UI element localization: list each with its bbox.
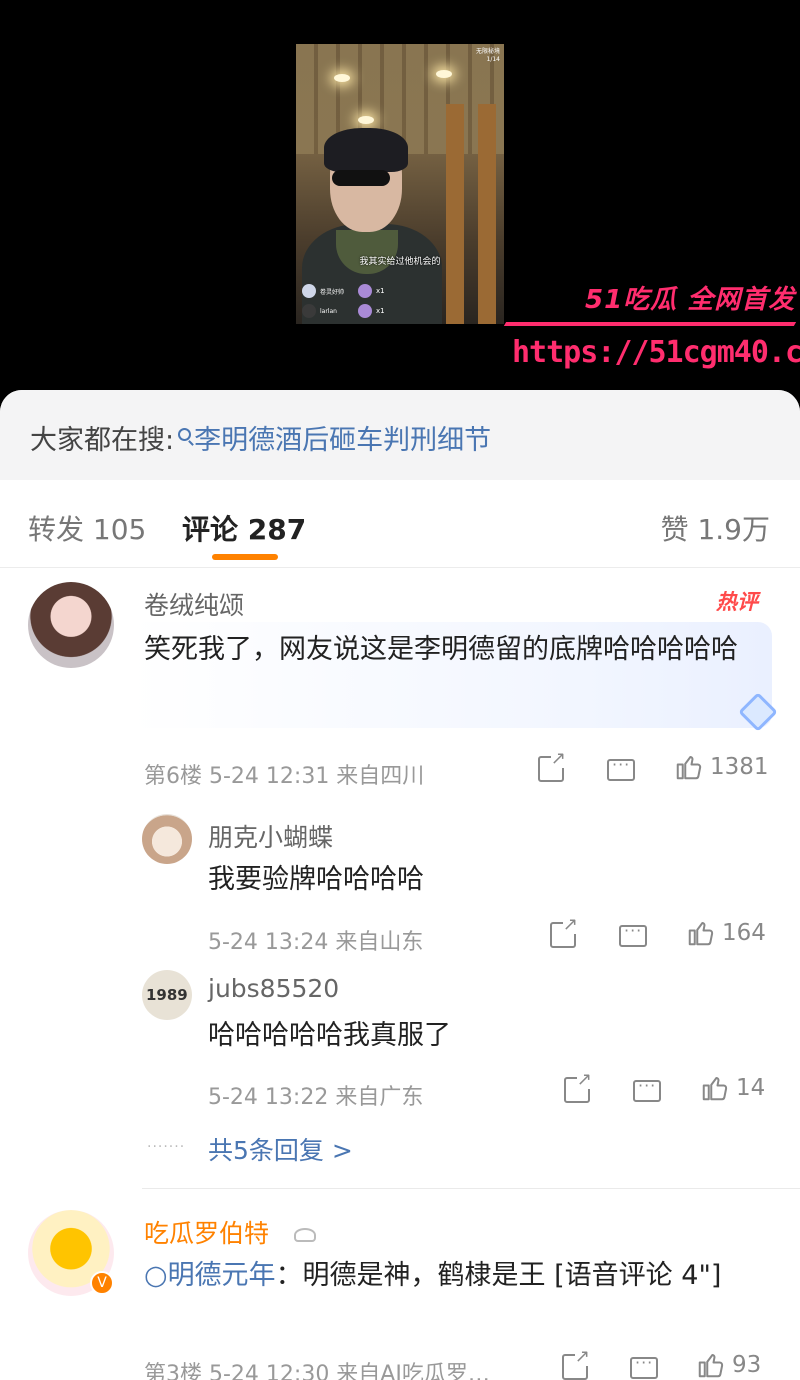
hot-search-query[interactable]: 李明德酒后砸车判刑细节 bbox=[194, 425, 491, 456]
tab-bar: 转发 105 评论 287 赞 1.9万 bbox=[0, 480, 800, 568]
like-count: 164 bbox=[722, 920, 766, 946]
sunglasses bbox=[332, 170, 390, 186]
like-button[interactable]: 164 bbox=[686, 918, 766, 948]
like-button[interactable]: 1381 bbox=[674, 752, 769, 782]
avatar[interactable] bbox=[28, 582, 114, 668]
comment-icon bbox=[630, 1353, 658, 1379]
person-hair bbox=[324, 128, 408, 172]
reply-username[interactable]: jubs85520 bbox=[208, 974, 339, 1003]
wood-pillar bbox=[446, 104, 464, 324]
search-icon bbox=[178, 428, 192, 441]
gift-icon bbox=[358, 304, 372, 318]
comment-username[interactable]: 吃瓜罗伯特 bbox=[144, 1214, 269, 1250]
comment-divider bbox=[142, 1188, 800, 1189]
comment-text: 笑死我了，网友说这是李明德留的底牌哈哈哈哈哈 bbox=[144, 634, 738, 665]
gift-sender-name: larlan bbox=[320, 307, 337, 315]
video-tag: 无限秘境 1/14 bbox=[476, 48, 500, 64]
hot-search-prefix: 大家都在搜: bbox=[30, 425, 175, 456]
thumbs-up-icon bbox=[700, 1073, 730, 1103]
reply-button[interactable] bbox=[619, 921, 647, 947]
tab-comments[interactable]: 评论 287 bbox=[182, 508, 306, 548]
comment-sheet: 大家都在搜: 李明德酒后砸车判刑细节 转发 105 评论 287 赞 1.9万 卷… bbox=[0, 390, 800, 1380]
verified-badge-icon: V bbox=[90, 1271, 114, 1295]
wood-pillar bbox=[478, 104, 496, 324]
ceiling-lamp bbox=[334, 74, 350, 82]
hot-comment-badge: 热评 bbox=[716, 590, 758, 614]
share-icon bbox=[538, 750, 566, 782]
vip-crown-icon bbox=[294, 1228, 316, 1242]
reply-button[interactable] bbox=[630, 1353, 658, 1379]
gift-sender-name: 卷灵好帅 bbox=[320, 288, 345, 296]
reply-username[interactable]: 朋克小蝴蝶 bbox=[208, 818, 333, 854]
like-button[interactable]: 93 bbox=[696, 1350, 761, 1380]
hot-search-bar[interactable]: 大家都在搜: 李明德酒后砸车判刑细节 bbox=[0, 390, 800, 480]
video-player[interactable]: 无限秘境 1/14 我其实给过他机会的 卷灵好帅 x1 larlan x1 bbox=[296, 44, 504, 324]
reply-text: 哈哈哈哈哈我真服了 bbox=[208, 1020, 451, 1051]
reply-button[interactable] bbox=[607, 755, 635, 781]
avatar-1989-graphic: 1989 bbox=[146, 986, 188, 1004]
video-tag-line1: 无限秘境 bbox=[475, 48, 500, 55]
gift-avatar bbox=[302, 284, 316, 298]
like-count: 93 bbox=[732, 1352, 762, 1378]
comment-icon bbox=[633, 1076, 661, 1102]
more-replies-link[interactable]: 共5条回复 > bbox=[208, 1131, 353, 1167]
video-subtitle: 我其实给过他机会的 bbox=[359, 257, 441, 267]
like-button[interactable]: 14 bbox=[700, 1073, 765, 1103]
gift-count: x1 bbox=[376, 307, 385, 315]
reply-meta: 5-24 13:24 来自山东 bbox=[208, 930, 424, 955]
share-icon bbox=[550, 916, 578, 948]
comment-username[interactable]: 卷绒纯颂 bbox=[144, 586, 244, 622]
gift-row: 卷灵好帅 x1 bbox=[302, 282, 392, 300]
thumbs-up-icon bbox=[696, 1350, 726, 1380]
reply-dots-divider: ······· bbox=[147, 1139, 186, 1155]
gift-avatar bbox=[302, 304, 316, 318]
video-area: 无限秘境 1/14 我其实给过他机会的 卷灵好帅 x1 larlan x1 51… bbox=[0, 0, 800, 410]
gift-icon bbox=[358, 284, 372, 298]
share-icon bbox=[564, 1071, 592, 1103]
gift-count: x1 bbox=[376, 287, 385, 295]
comment-meta: 第3楼 5-24 12:30 来自AI吃瓜罗… bbox=[144, 1362, 490, 1380]
share-button[interactable] bbox=[550, 916, 578, 948]
like-count: 14 bbox=[736, 1075, 766, 1101]
share-button[interactable] bbox=[564, 1071, 592, 1103]
comment-icon bbox=[607, 755, 635, 781]
reply-text: 我要验牌哈哈哈哈 bbox=[208, 864, 424, 895]
avatar[interactable] bbox=[142, 814, 192, 864]
comment-text-rest: ：明德是神，鹤棣是王 [语音评论 4"] bbox=[275, 1260, 722, 1291]
reply-button[interactable] bbox=[633, 1076, 661, 1102]
tab-repost[interactable]: 转发 105 bbox=[28, 508, 146, 548]
thumbs-up-icon bbox=[686, 918, 716, 948]
gift-row: larlan x1 bbox=[302, 302, 392, 320]
share-icon bbox=[562, 1348, 590, 1380]
share-button[interactable] bbox=[538, 750, 566, 782]
active-tab-indicator bbox=[212, 554, 278, 560]
ceiling-lamp bbox=[358, 116, 374, 124]
avatar[interactable]: 1989 bbox=[142, 970, 192, 1020]
comment-meta: 第6楼 5-24 12:31 来自四川 bbox=[144, 764, 425, 789]
reply-meta: 5-24 13:22 来自广东 bbox=[208, 1085, 424, 1110]
video-tag-line2: 1/14 bbox=[486, 56, 500, 63]
thumbs-up-icon bbox=[674, 752, 704, 782]
comment-icon bbox=[619, 921, 647, 947]
ceiling-lamp bbox=[436, 70, 452, 78]
tab-likes[interactable]: 赞 1.9万 bbox=[661, 508, 770, 548]
comment-text: ○明德元年：明德是神，鹤棣是王 [语音评论 4"] bbox=[144, 1252, 764, 1300]
comment-search-link[interactable]: 明德元年 bbox=[168, 1260, 276, 1291]
like-count: 1381 bbox=[710, 754, 769, 780]
search-icon: ○ bbox=[144, 1260, 168, 1291]
share-button[interactable] bbox=[562, 1348, 590, 1380]
watermark-url[interactable]: https://51cgm40.com bbox=[512, 335, 800, 370]
watermark-underline bbox=[503, 322, 797, 326]
watermark-brand: 51吃瓜 全网首发 bbox=[585, 285, 796, 315]
